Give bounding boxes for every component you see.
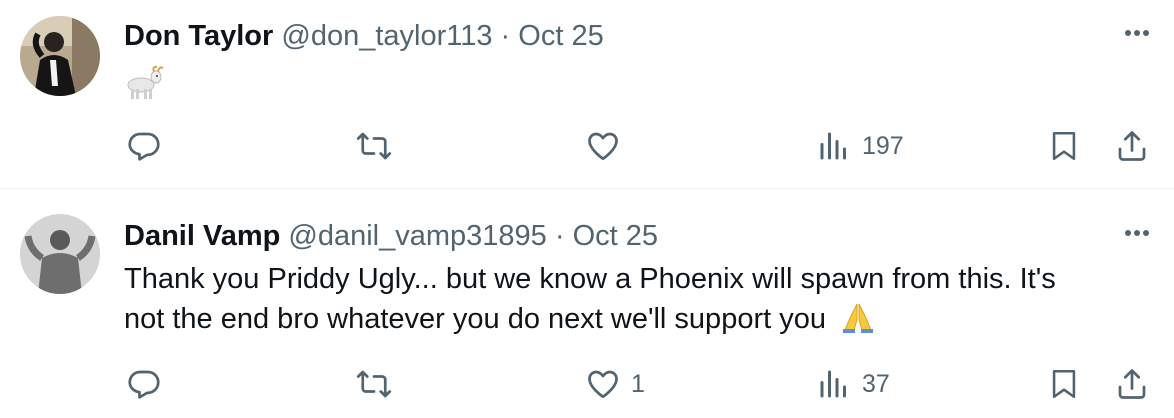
view-count: 37	[862, 369, 890, 398]
tweet-text-line: Thank you Priddy Ugly... but we know a P…	[124, 263, 1056, 295]
views-icon	[820, 132, 846, 160]
separator-dot: ·	[554, 220, 565, 252]
repost-button[interactable]	[355, 364, 403, 404]
tweet-date[interactable]: Oct 25	[518, 20, 603, 52]
repost-icon	[356, 132, 392, 160]
tweet-header: Danil Vamp @danil_vamp31895 · Oct 25	[124, 218, 658, 254]
reply-button[interactable]	[126, 364, 172, 404]
repost-icon	[356, 370, 392, 398]
more-icon[interactable]	[1123, 216, 1150, 242]
author-handle[interactable]: @danil_vamp31895	[288, 220, 546, 252]
share-icon	[1118, 369, 1146, 399]
separator-dot: ·	[500, 20, 511, 52]
views-button[interactable]: 37	[816, 364, 890, 404]
reply-button[interactable]	[126, 126, 172, 166]
avatar-image	[20, 214, 100, 294]
avatar[interactable]	[20, 16, 100, 96]
like-icon	[588, 132, 618, 161]
tweet-text: Thank you Priddy Ugly... but we know a P…	[124, 259, 1134, 339]
action-bar: 1 37	[0, 364, 1174, 404]
views-icon	[820, 370, 846, 398]
avatar-image	[20, 16, 100, 96]
reply-icon	[128, 132, 160, 161]
author-name[interactable]: Danil Vamp	[124, 220, 280, 252]
repost-button[interactable]	[355, 126, 403, 166]
tweet[interactable]: Don Taylor @don_taylor113 · Oct 25 197	[0, 0, 1174, 188]
bookmark-icon	[1052, 369, 1076, 399]
views-button[interactable]: 197	[816, 126, 904, 166]
view-count: 197	[862, 131, 904, 160]
like-icon	[588, 370, 618, 399]
author-name[interactable]: Don Taylor	[124, 20, 273, 52]
share-icon	[1118, 131, 1146, 161]
tweet-date[interactable]: Oct 25	[573, 220, 658, 252]
bookmark-button[interactable]	[1047, 126, 1081, 166]
more-icon[interactable]	[1123, 16, 1150, 42]
reply-icon	[128, 370, 160, 399]
tweet-text-line: not the end bro whatever you do next we'…	[124, 299, 1134, 339]
share-button[interactable]	[1114, 364, 1150, 404]
folded-hands-emoji	[843, 303, 874, 333]
like-button[interactable]	[585, 126, 631, 166]
like-button[interactable]: 1	[585, 364, 645, 404]
share-button[interactable]	[1114, 126, 1150, 166]
tweet[interactable]: Danil Vamp @danil_vamp31895 · Oct 25 Tha…	[0, 189, 1174, 418]
author-handle[interactable]: @don_taylor113	[281, 20, 492, 52]
like-count: 1	[631, 369, 645, 398]
action-bar: 197	[0, 126, 1174, 166]
avatar[interactable]	[20, 214, 100, 294]
bookmark-icon	[1052, 131, 1076, 161]
tweet-header: Don Taylor @don_taylor113 · Oct 25	[124, 18, 604, 54]
bookmark-button[interactable]	[1047, 364, 1081, 404]
goat-emoji	[124, 65, 164, 106]
